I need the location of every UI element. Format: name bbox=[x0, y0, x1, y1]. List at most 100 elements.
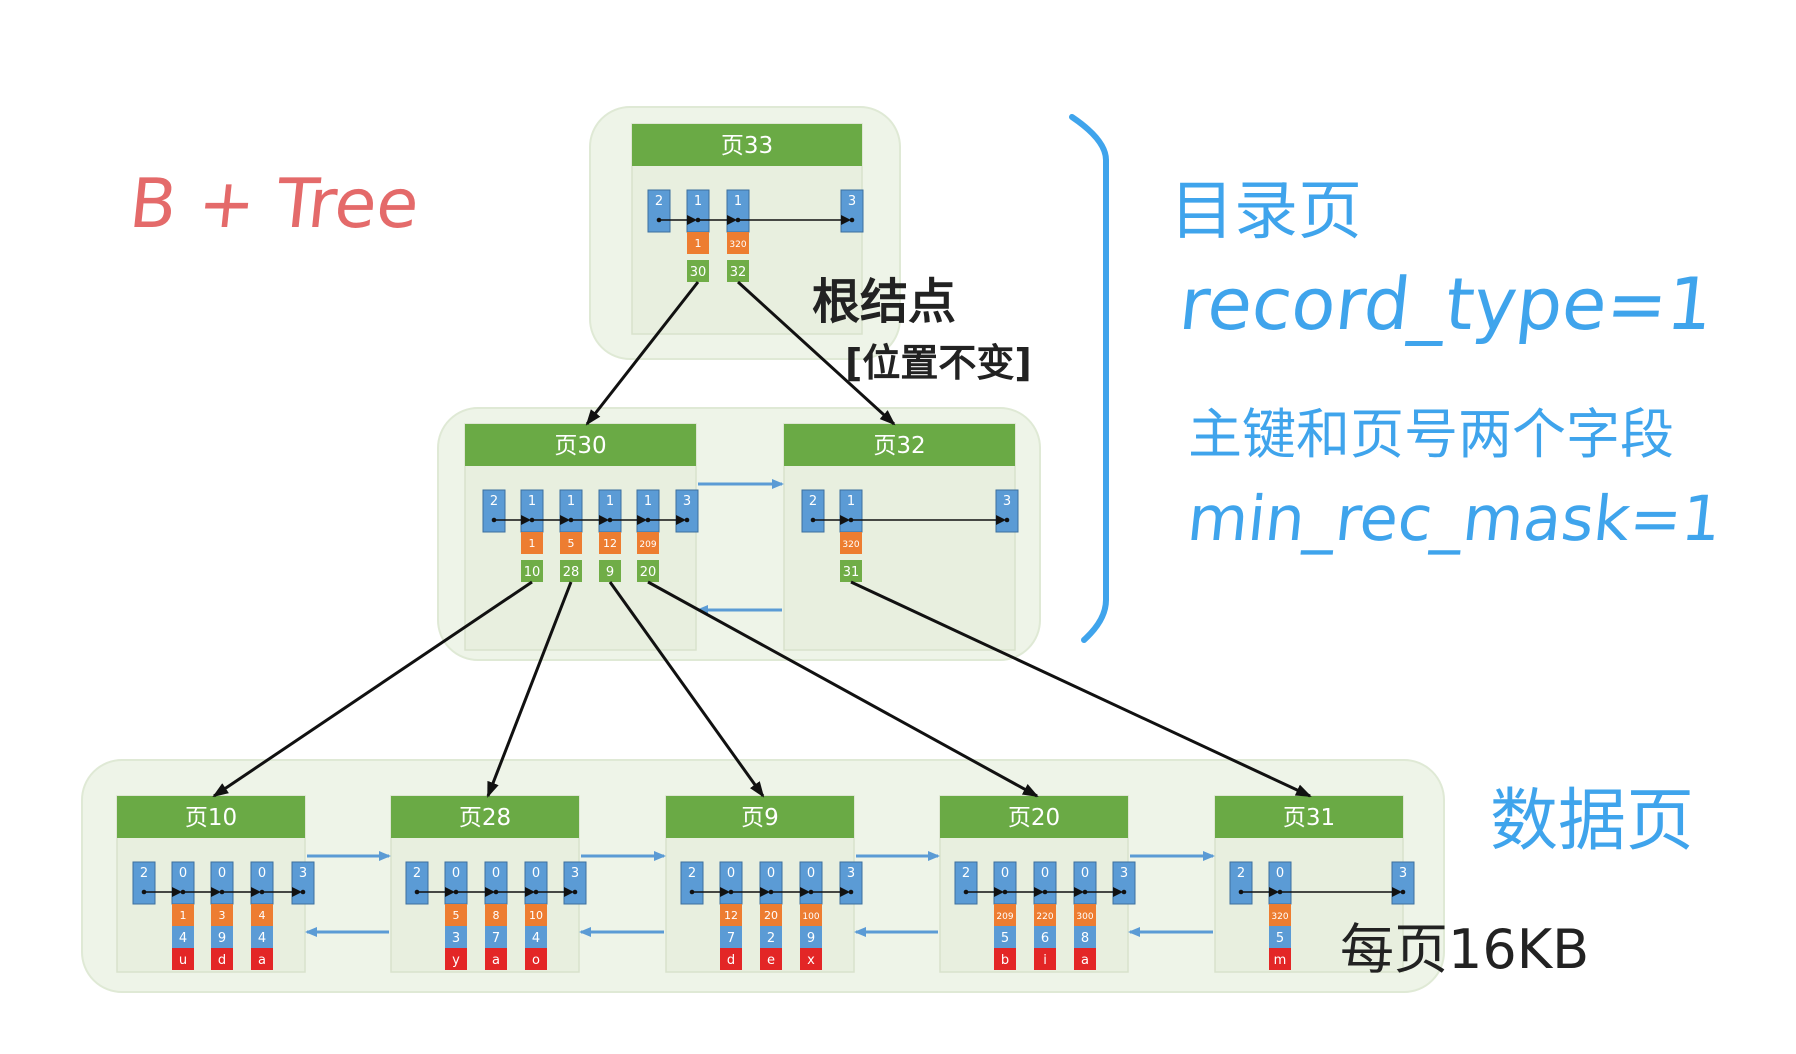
record-type-label: 0 bbox=[1276, 866, 1284, 881]
page-title: 页9 bbox=[741, 805, 779, 831]
child-page-label: 31 bbox=[843, 565, 860, 580]
record-id-label: 12 bbox=[603, 537, 617, 550]
record-id-label: 100 bbox=[802, 912, 819, 922]
page-title: 页33 bbox=[721, 133, 773, 159]
record-type-label: 2 bbox=[962, 866, 970, 881]
record-type-label: 2 bbox=[140, 866, 148, 881]
page-p20: 页20 2 0 209 5 b 0 220 6 i 0 300 8 a 3 bbox=[939, 795, 1136, 973]
record-type-label: 2 bbox=[809, 494, 817, 509]
record-id-label: 1 bbox=[529, 537, 536, 550]
record-type-label: 3 bbox=[571, 866, 579, 881]
child-page-label: 30 bbox=[690, 265, 707, 280]
record-type-label: 0 bbox=[492, 866, 500, 881]
record-type-label: 0 bbox=[807, 866, 815, 881]
record-id-label: 20 bbox=[764, 909, 778, 922]
record-id-label: 3 bbox=[219, 909, 226, 922]
next-record-dot bbox=[1121, 889, 1127, 895]
record-type-label: 0 bbox=[1081, 866, 1089, 881]
min-rec-mask-note: min_rec_mask=1 bbox=[1184, 482, 1726, 555]
record-type-label: 0 bbox=[727, 866, 735, 881]
record-type-label: 0 bbox=[1041, 866, 1049, 881]
record-col-label: 9 bbox=[218, 931, 226, 946]
directory-bracket bbox=[1069, 114, 1109, 643]
record-type-label: 2 bbox=[413, 866, 421, 881]
root-node-note: 根结点 bbox=[812, 274, 957, 330]
record-type-label: 2 bbox=[688, 866, 696, 881]
record-type-label: 3 bbox=[683, 494, 691, 509]
page-p30: 页30 2 1 1 10 1 5 28 1 12 9 1 209 20 3 bbox=[464, 423, 699, 651]
record-type-label: 3 bbox=[848, 194, 856, 209]
record-col-label: 9 bbox=[807, 931, 815, 946]
record-type-label: 0 bbox=[452, 866, 460, 881]
record-type-label: 1 bbox=[528, 494, 536, 509]
record-char-label: e bbox=[767, 953, 775, 968]
page-title: 页30 bbox=[554, 433, 606, 459]
record-type-label: 1 bbox=[567, 494, 575, 509]
child-page-label: 10 bbox=[524, 565, 541, 580]
record-type-label: 0 bbox=[1001, 866, 1009, 881]
record-type-note: record_type=1 bbox=[1175, 262, 1718, 346]
record-type-label: 0 bbox=[258, 866, 266, 881]
record-char-label: a bbox=[258, 953, 266, 968]
record-type-label: 1 bbox=[694, 194, 702, 209]
record-col-label: 7 bbox=[492, 931, 500, 946]
next-record-dot bbox=[684, 517, 690, 523]
record-id-label: 300 bbox=[1076, 912, 1093, 922]
record-col-label: 4 bbox=[532, 931, 540, 946]
record-id-label: 320 bbox=[1271, 912, 1288, 922]
record-char-label: a bbox=[1081, 953, 1089, 968]
directory-pages-note: 目录页 bbox=[1170, 175, 1362, 249]
record-col-label: 5 bbox=[1276, 931, 1284, 946]
record-char-label: b bbox=[1001, 953, 1009, 968]
record-type-label: 1 bbox=[606, 494, 614, 509]
diagram-title-note: B + Tree bbox=[125, 165, 423, 244]
record-id-label: 10 bbox=[529, 909, 543, 922]
record-type-label: 2 bbox=[1237, 866, 1245, 881]
record-type-label: 1 bbox=[644, 494, 652, 509]
record-type-label: 0 bbox=[179, 866, 187, 881]
page-p28: 页28 2 0 5 3 y 0 8 7 a 0 10 4 o 3 bbox=[390, 795, 587, 973]
fields-note: 主键和页号两个字段 bbox=[1188, 403, 1674, 466]
record-char-label: m bbox=[1274, 953, 1287, 968]
record-type-label: 3 bbox=[847, 866, 855, 881]
child-page-label: 28 bbox=[563, 565, 580, 580]
page-title: 页28 bbox=[459, 805, 511, 831]
page-title: 页31 bbox=[1283, 805, 1335, 831]
page-title: 页32 bbox=[873, 433, 925, 459]
record-char-label: o bbox=[532, 953, 540, 968]
record-char-label: a bbox=[492, 953, 500, 968]
record-char-label: u bbox=[179, 953, 187, 968]
record-char-label: i bbox=[1043, 953, 1047, 968]
record-id-label: 1 bbox=[695, 237, 702, 250]
next-record-dot bbox=[300, 889, 306, 895]
record-type-label: 0 bbox=[767, 866, 775, 881]
next-record-dot bbox=[848, 889, 854, 895]
page-title: 页10 bbox=[185, 805, 237, 831]
position-fixed-note: [位置不变] bbox=[845, 341, 1032, 385]
next-record-dot bbox=[572, 889, 578, 895]
child-page-label: 32 bbox=[730, 265, 747, 280]
record-id-label: 5 bbox=[568, 537, 575, 550]
record-char-label: y bbox=[452, 953, 460, 968]
record-type-label: 2 bbox=[655, 194, 663, 209]
record-col-label: 3 bbox=[452, 931, 460, 946]
record-id-label: 12 bbox=[724, 909, 738, 922]
record-col-label: 6 bbox=[1041, 931, 1049, 946]
page-p32: 页32 2 1 320 31 3 bbox=[783, 423, 1019, 651]
page-p10: 页10 2 0 1 4 u 0 3 9 d 0 4 4 a 3 bbox=[116, 795, 315, 973]
record-col-label: 4 bbox=[258, 931, 266, 946]
next-record-dot bbox=[849, 217, 855, 223]
record-id-label: 320 bbox=[729, 240, 746, 250]
record-type-label: 1 bbox=[847, 494, 855, 509]
record-type-label: 2 bbox=[490, 494, 498, 509]
record-id-label: 220 bbox=[1036, 912, 1053, 922]
next-record-dot bbox=[1004, 517, 1010, 523]
child-page-label: 20 bbox=[640, 565, 657, 580]
data-pages-note: 数据页 bbox=[1490, 782, 1695, 861]
record-id-label: 209 bbox=[639, 540, 656, 550]
diagram-stage: 页33 2 1 1 30 1 320 32 3 页30 2 1 1 10 1 5 28 1 12 9 1 209 20 3 页3… bbox=[0, 0, 1796, 1054]
record-id-label: 5 bbox=[453, 909, 460, 922]
record-col-label: 7 bbox=[727, 931, 735, 946]
record-char-label: x bbox=[807, 953, 815, 968]
next-record-dot bbox=[1400, 889, 1406, 895]
